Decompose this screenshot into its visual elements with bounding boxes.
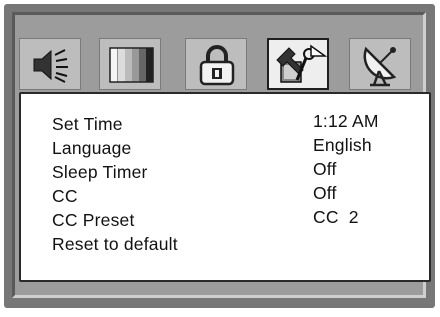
padlock-icon	[199, 45, 235, 86]
tab-picture[interactable]	[99, 38, 161, 90]
language-value: English	[313, 135, 372, 155]
cc-preset-value: CC 2	[313, 207, 359, 227]
set-time-value: 1:12 AM	[313, 111, 379, 131]
menu-tab-bar	[19, 38, 411, 90]
menu-item-cc-preset[interactable]: CC Preset	[52, 210, 135, 230]
menu-item-set-time[interactable]: Set Time	[52, 114, 123, 134]
menu-item-language[interactable]: Language	[52, 138, 131, 158]
tab-satellite[interactable]	[349, 38, 411, 90]
speaker-icon	[33, 49, 68, 83]
tab-lock[interactable]	[185, 38, 247, 90]
tools-setup-icon	[276, 44, 328, 83]
menu-item-sleep-timer[interactable]: Sleep Timer	[52, 162, 148, 182]
tab-audio[interactable]	[19, 38, 81, 90]
sleep-timer-value: Off	[313, 159, 337, 179]
satellite-dish-icon	[363, 46, 397, 87]
tab-setup[interactable]	[267, 38, 329, 90]
cc-value: Off	[313, 183, 337, 203]
menu-item-cc[interactable]: CC	[52, 186, 78, 206]
display-bars-icon	[109, 47, 154, 83]
menu-item-reset-to-default[interactable]: Reset to default	[52, 234, 178, 254]
